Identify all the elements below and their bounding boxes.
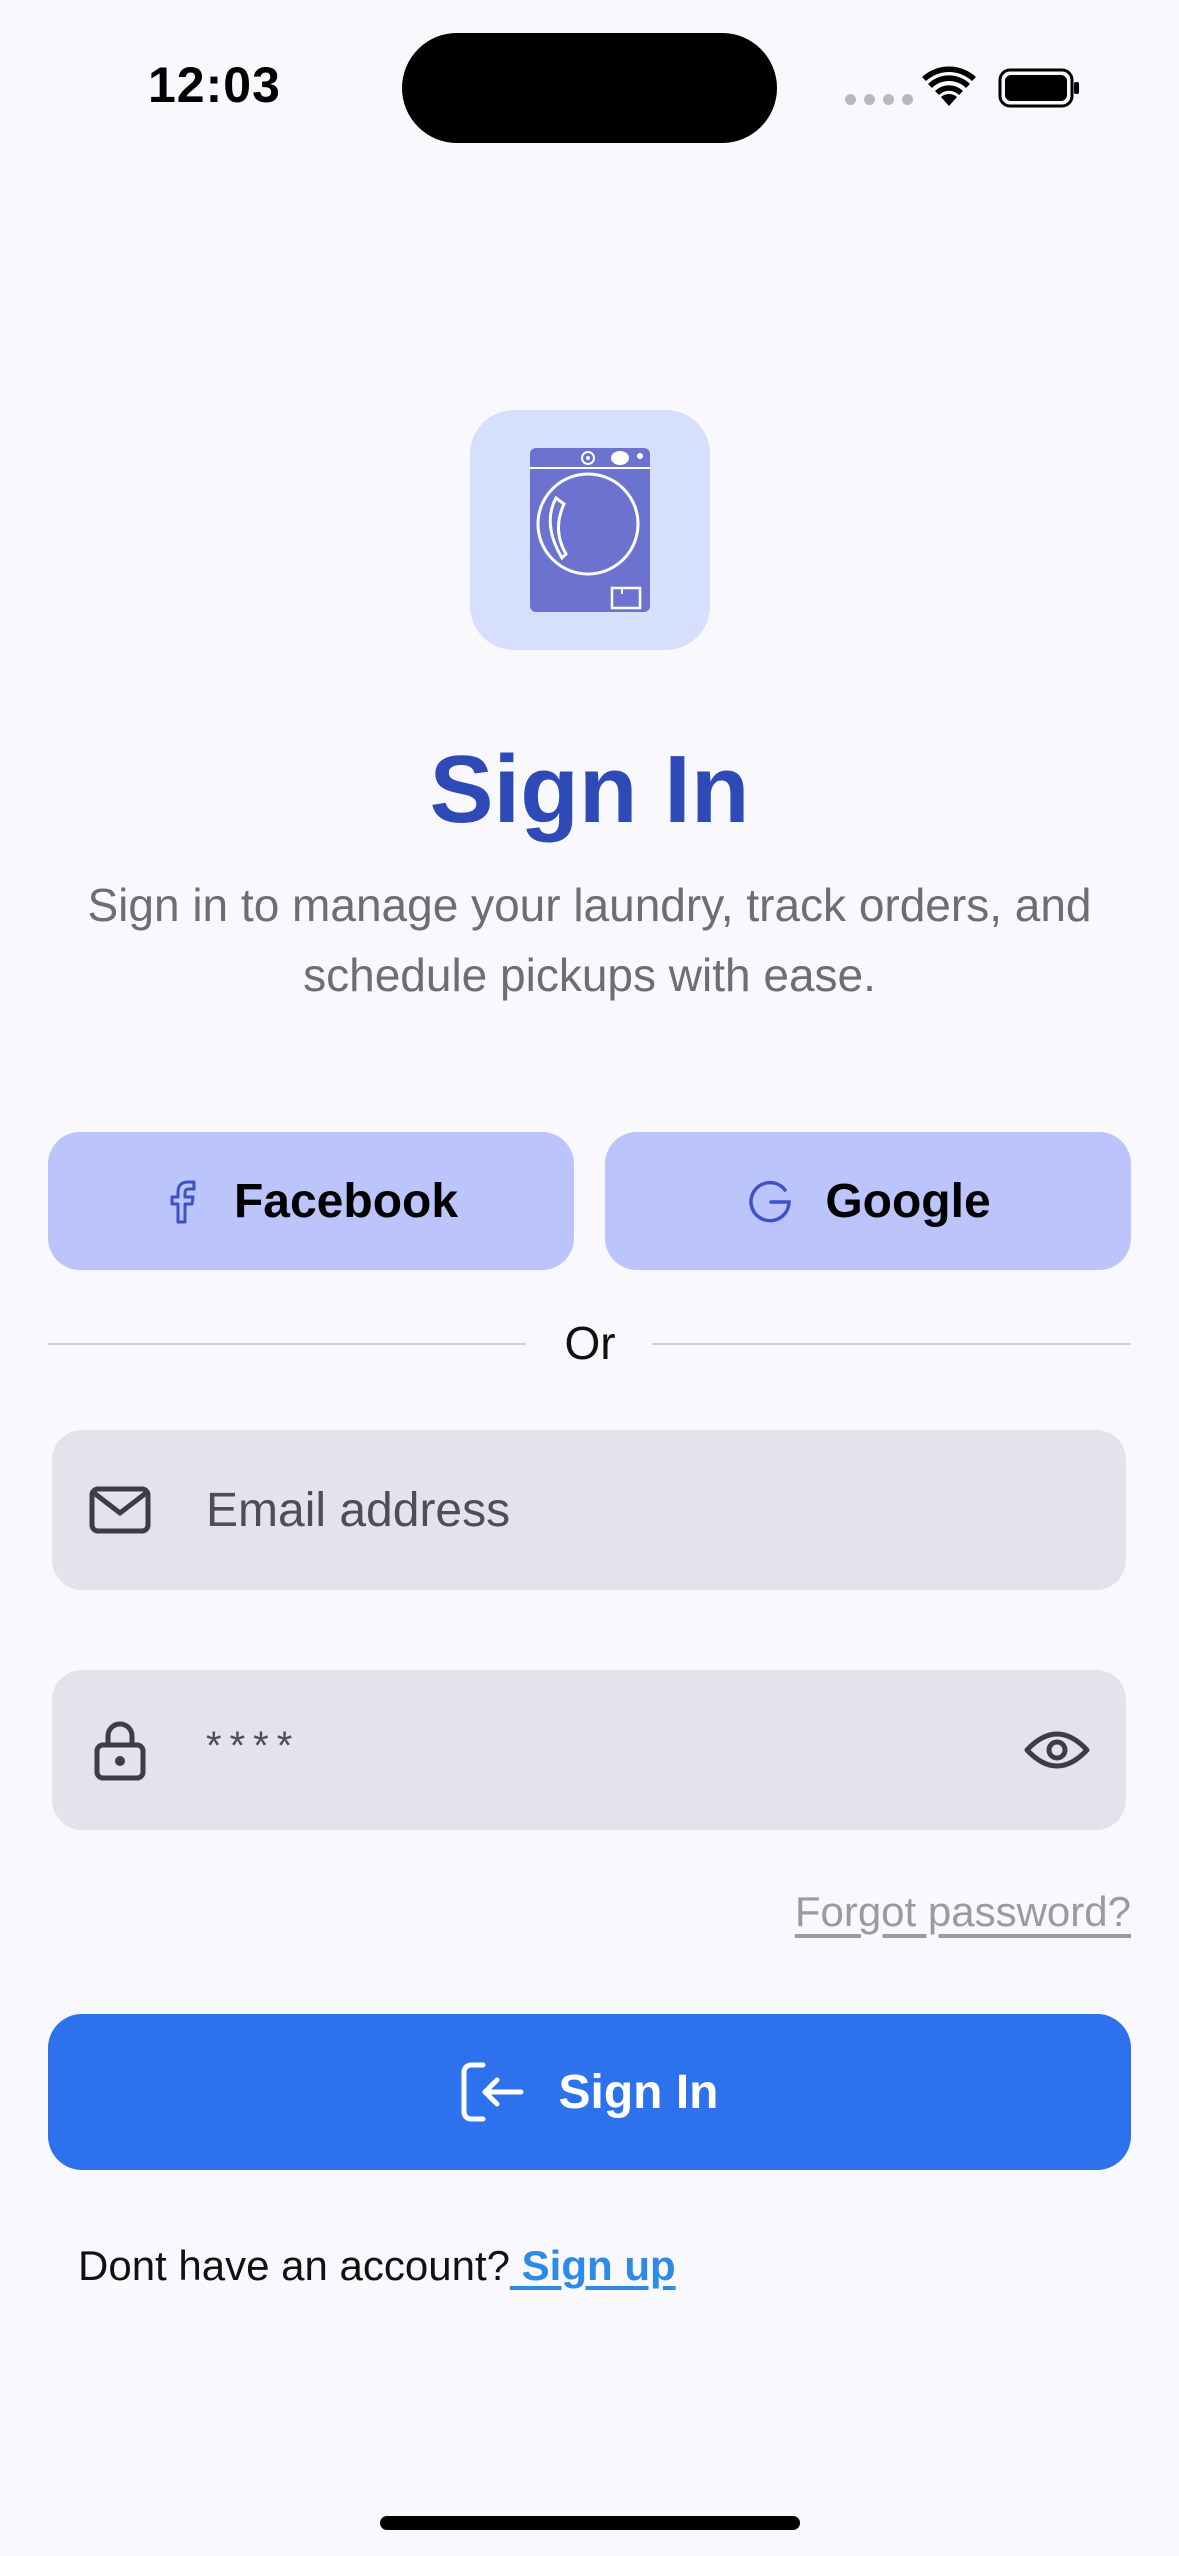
status-bar: 12:03: [0, 0, 1179, 170]
facebook-label: Facebook: [233, 1174, 459, 1228]
google-signin-button[interactable]: Google: [605, 1132, 1131, 1270]
divider-or: Or: [564, 1317, 616, 1369]
mail-icon: [88, 1478, 152, 1542]
lock-icon: [88, 1718, 152, 1782]
wifi-icon: [922, 66, 976, 106]
facebook-icon: [170, 1180, 196, 1224]
divider-line-right: [652, 1343, 1131, 1345]
cellular-signal-icon: [845, 94, 913, 105]
app-logo: [470, 410, 710, 650]
google-icon: [749, 1180, 792, 1223]
page-subtitle: Sign in to manage your laundry, track or…: [87, 879, 1092, 1001]
password-value[interactable]: ****: [206, 1724, 1022, 1769]
login-icon: [461, 2062, 523, 2122]
divider-line-left: [48, 1343, 526, 1345]
signup-link[interactable]: Sign up: [510, 2242, 676, 2289]
email-placeholder[interactable]: Email address: [206, 1483, 1126, 1538]
battery-icon: [998, 68, 1079, 108]
facebook-signin-button[interactable]: Facebook: [48, 1132, 574, 1270]
email-field[interactable]: Email address: [52, 1430, 1126, 1590]
home-indicator[interactable]: [380, 2516, 800, 2530]
signup-row: Dont have an account? Sign up: [78, 2242, 676, 2290]
forgot-password-link[interactable]: Forgot password?: [795, 1888, 1131, 1936]
page-title: Sign In: [429, 736, 750, 843]
google-label: Google: [825, 1174, 991, 1228]
signin-button[interactable]: Sign In: [48, 2014, 1131, 2170]
password-field[interactable]: ****: [52, 1670, 1126, 1830]
dynamic-island: [402, 33, 777, 143]
eye-icon[interactable]: [1022, 1715, 1092, 1785]
signup-prompt: Dont have an account?: [78, 2242, 510, 2289]
status-time: 12:03: [148, 57, 281, 113]
signin-button-label: Sign In: [558, 2065, 719, 2119]
washing-machine-icon: [530, 448, 650, 612]
